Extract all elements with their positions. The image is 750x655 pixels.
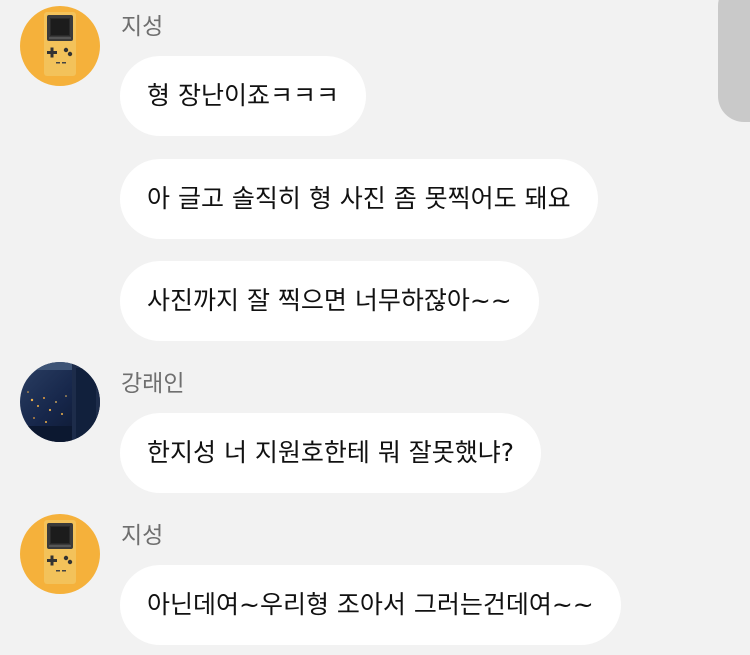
scrollbar-thumb[interactable] — [718, 0, 750, 122]
gameboy-avatar-icon[interactable] — [20, 514, 100, 594]
message-bubble[interactable]: 형 장난이죠ㅋㅋㅋ — [120, 56, 366, 136]
gameboy-avatar-icon[interactable] — [20, 6, 100, 86]
message-bubble[interactable]: 아닌데여~우리형 조아서 그러는건데여~~ — [120, 565, 621, 645]
chat-area[interactable]: 지성 형 장난이죠ㅋㅋㅋ 아 글고 솔직히 형 사진 좀 못찍어도 돼요 사진까… — [0, 0, 750, 655]
message-bubble[interactable]: 아 글고 솔직히 형 사진 좀 못찍어도 돼요 — [120, 159, 598, 239]
message-bubble[interactable]: 사진까지 잘 찍으면 너무하잖아~~ — [120, 261, 539, 341]
message-bubble[interactable]: 한지성 너 지원호한테 뭐 잘못했냐? — [120, 413, 542, 493]
sender-name: 지성 — [121, 14, 164, 40]
sender-name: 지성 — [121, 523, 164, 549]
night-city-avatar-icon[interactable] — [20, 362, 100, 442]
sender-name: 강래인 — [121, 371, 185, 397]
